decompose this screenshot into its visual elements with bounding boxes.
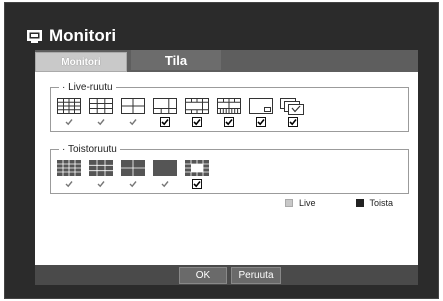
- live-layout-pip-checkbox[interactable]: [256, 117, 266, 127]
- live-layout-9-checkbox[interactable]: [96, 117, 106, 127]
- grid-4-filled-icon: [121, 160, 145, 176]
- legend-playback-label: Toista: [369, 198, 394, 208]
- single-filled-icon: [153, 160, 177, 176]
- playback-layout-4-checkbox[interactable]: [128, 179, 138, 189]
- tab-bar: Monitori Tila: [35, 50, 418, 72]
- live-layout-pip[interactable]: [245, 98, 277, 127]
- grid-16-icon: [57, 98, 81, 114]
- check-icon: [129, 119, 137, 126]
- playback-layout-6[interactable]: [181, 160, 213, 189]
- live-layout-sequence[interactable]: [277, 98, 309, 127]
- cancel-button[interactable]: Peruuta: [231, 267, 281, 284]
- grid-9-filled-icon: [89, 160, 113, 176]
- playback-layout-9[interactable]: [85, 160, 117, 189]
- legend: Live Toista: [285, 198, 393, 208]
- playback-layout-row: [53, 160, 213, 189]
- monitor-icon: [27, 29, 42, 43]
- check-icon: [193, 180, 201, 188]
- tab-tila[interactable]: Tila: [131, 50, 221, 70]
- live-layout-6[interactable]: [149, 98, 181, 127]
- check-icon: [289, 118, 297, 126]
- live-layout-16[interactable]: [53, 98, 85, 127]
- live-layout-13-checkbox[interactable]: [224, 117, 234, 127]
- legend-live-label: Live: [299, 198, 316, 208]
- check-icon: [97, 181, 105, 188]
- live-layout-8[interactable]: [181, 98, 213, 127]
- grid-16-filled-icon: [57, 160, 81, 176]
- button-bar: OK Peruuta: [35, 265, 418, 285]
- content-panel: Monitori Tila · Live-ruutu · Toistoruutu…: [35, 50, 418, 265]
- grid-9-icon: [89, 98, 113, 114]
- playback-screen-label: · Toistoruutu: [62, 144, 117, 155]
- window-title: Monitori: [49, 26, 117, 45]
- ok-button[interactable]: OK: [179, 267, 227, 284]
- grid-6-filled-icon: [185, 160, 209, 176]
- live-screen-label: · Live-ruutu: [62, 82, 113, 93]
- live-layout-6-checkbox[interactable]: [160, 117, 170, 127]
- check-icon: [257, 118, 265, 126]
- playback-layout-9-checkbox[interactable]: [96, 179, 106, 189]
- grid-4-icon: [121, 98, 145, 114]
- playback-layout-1[interactable]: [149, 160, 181, 189]
- check-icon: [97, 119, 105, 126]
- playback-layout-4[interactable]: [117, 160, 149, 189]
- playback-layout-1-checkbox[interactable]: [160, 179, 170, 189]
- live-layout-9[interactable]: [85, 98, 117, 127]
- pip-icon: [249, 98, 273, 114]
- check-icon: [129, 181, 137, 188]
- check-icon: [161, 181, 169, 188]
- dialog-frame: Monitori Monitori Tila · Live-ruutu · To…: [4, 2, 439, 299]
- check-icon: [225, 118, 233, 126]
- grid-13-icon: [217, 98, 241, 114]
- playback-layout-16[interactable]: [53, 160, 85, 189]
- live-layout-16-checkbox[interactable]: [64, 117, 74, 127]
- tab-monitori[interactable]: Monitori: [35, 52, 127, 72]
- live-layout-sequence-checkbox[interactable]: [288, 117, 298, 127]
- check-icon: [193, 118, 201, 126]
- check-icon: [65, 119, 73, 126]
- check-icon: [65, 181, 73, 188]
- live-layout-4[interactable]: [117, 98, 149, 127]
- sequence-icon: [280, 98, 304, 115]
- playback-swatch: [355, 199, 364, 207]
- grid-8-icon: [185, 98, 209, 114]
- check-icon: [161, 118, 169, 126]
- title-bar: Monitori: [27, 23, 407, 49]
- live-layout-row: [53, 98, 309, 127]
- live-swatch: [285, 199, 293, 207]
- live-layout-8-checkbox[interactable]: [192, 117, 202, 127]
- playback-layout-16-checkbox[interactable]: [64, 179, 74, 189]
- live-layout-13[interactable]: [213, 98, 245, 127]
- grid-6-icon: [153, 98, 177, 114]
- live-layout-4-checkbox[interactable]: [128, 117, 138, 127]
- playback-layout-6-checkbox[interactable]: [192, 179, 202, 189]
